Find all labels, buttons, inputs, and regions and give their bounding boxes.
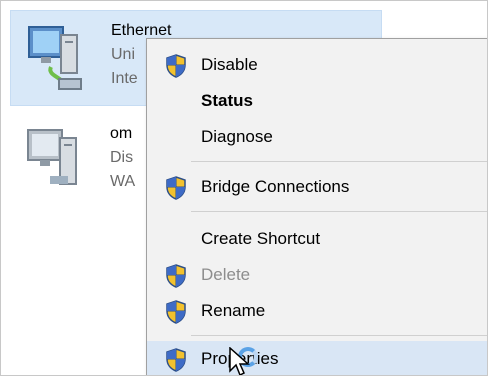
menu-item-label: Create Shortcut — [201, 229, 321, 248]
menu-item-create-shortcut[interactable]: Create Shortcut — [147, 221, 488, 257]
network-adapter-icon — [28, 26, 82, 90]
menu-item-label: Disable — [201, 55, 258, 74]
shield-icon — [166, 54, 186, 78]
shield-icon — [166, 348, 186, 372]
menu-item-rename[interactable]: Rename — [147, 293, 488, 329]
connection-device: WA — [110, 173, 136, 190]
menu-separator — [191, 335, 487, 336]
shield-icon — [166, 176, 186, 200]
menu-item-delete: Delete — [147, 257, 488, 293]
menu-item-label: Status — [201, 91, 253, 110]
shield-icon — [166, 300, 186, 324]
menu-item-label: Rename — [201, 301, 266, 320]
menu-item-bridge-connections[interactable]: Bridge Connections — [147, 169, 488, 205]
menu-item-label: Bridge Connections — [201, 177, 350, 196]
network-adapter-icon — [27, 129, 77, 185]
context-menu: Disable Status Diagnose Bridge Connectio… — [146, 38, 488, 376]
network-connections-window: Ethernet Uni Inte om Dis WA Disable Stat… — [0, 0, 488, 376]
connection-status: Dis — [110, 149, 134, 166]
connection-text: om Dis WA — [110, 122, 135, 194]
menu-item-status[interactable]: Status — [147, 83, 488, 119]
menu-item-label: Diagnose — [201, 127, 273, 146]
menu-item-label: Delete — [201, 265, 251, 284]
menu-item-properties[interactable]: Properties — [147, 341, 488, 376]
mouse-pointer-icon — [229, 347, 250, 376]
connection-name: om — [110, 125, 133, 142]
shield-icon — [166, 264, 186, 288]
menu-separator — [191, 211, 487, 212]
menu-item-disable[interactable]: Disable — [147, 47, 488, 83]
menu-item-diagnose[interactable]: Diagnose — [147, 119, 488, 155]
menu-separator — [191, 161, 487, 162]
